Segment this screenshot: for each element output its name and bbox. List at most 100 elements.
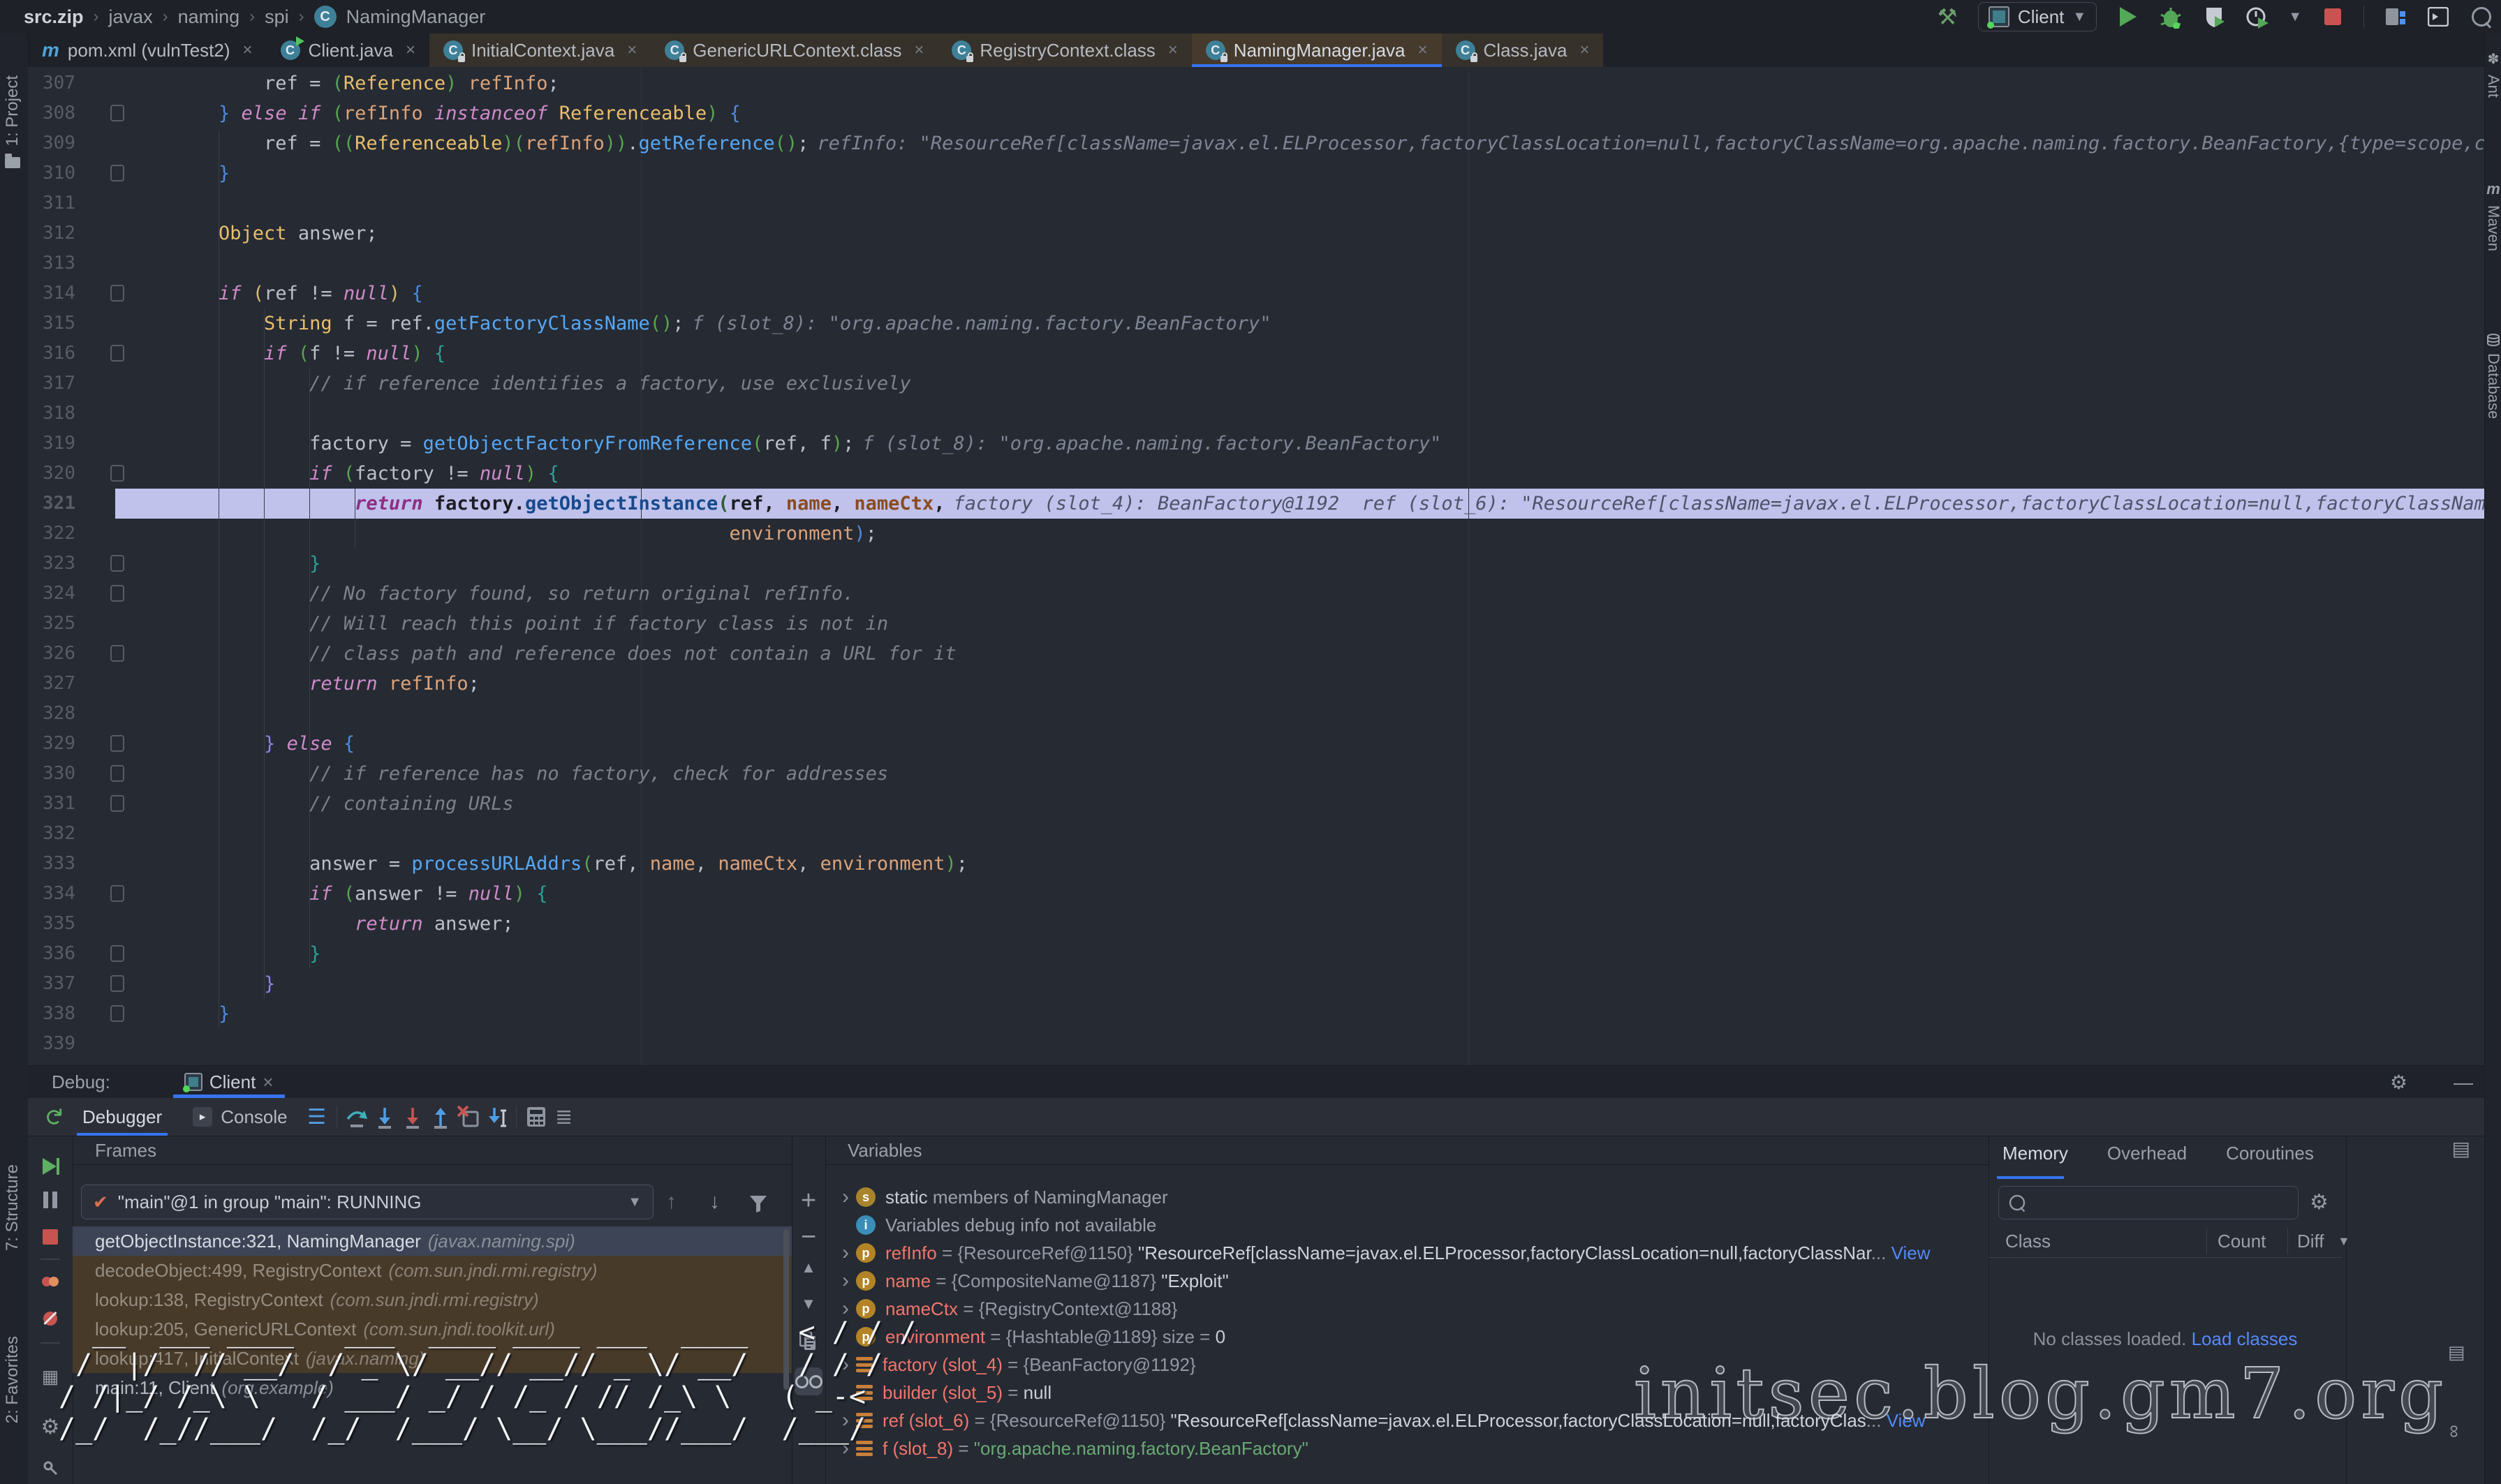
code-line[interactable]: 317 // if reference identifies a factory… [28,369,2484,399]
code-line[interactable]: 331 // containing URLs [28,789,2484,819]
debug-button[interactable] [2158,4,2183,29]
code-line[interactable]: 311 [28,188,2484,218]
editor-tab[interactable]: mpom.xml (vulnTest2)× [28,34,267,67]
drop-frame-icon[interactable] [455,1103,482,1131]
filter-icon[interactable] [748,1194,768,1214]
add-watch-icon[interactable]: + [792,1186,825,1216]
code-line[interactable]: 319 factory = getObjectFactoryFromRefere… [28,429,2484,459]
memory-tab-overhead[interactable]: Overhead [2107,1143,2187,1164]
rerun-icon[interactable]: ↻ [39,1103,67,1131]
force-step-into-icon[interactable] [399,1103,427,1131]
breadcrumb-item[interactable]: javax [109,6,153,28]
frame-up-icon[interactable]: ↑ [666,1190,677,1214]
code-line[interactable]: 338 } [28,999,2484,1029]
memory-tab-coroutines[interactable]: Coroutines [2226,1143,2314,1164]
variable-row[interactable]: ›f (slot_8) = "org.apache.naming.factory… [825,1434,1989,1462]
tab-debugger[interactable]: Debugger [67,1098,177,1136]
code-line[interactable]: 316 if (f != null) { [28,339,2484,369]
breadcrumb-item[interactable]: NamingManager [346,6,486,28]
profiler-button[interactable] [2245,4,2270,29]
fold-marker-icon[interactable] [110,465,124,482]
run-to-cursor-icon[interactable] [482,1103,510,1131]
pin-icon[interactable] [28,1460,73,1476]
code-line[interactable]: 321 return factory.getObjectInstance(ref… [28,489,2484,519]
breadcrumb-item[interactable]: naming [178,6,240,28]
gear-icon[interactable]: ⚙ [2390,1071,2407,1094]
variable-row[interactable]: penvironment = {Hashtable@1189} size = 0 [825,1323,1989,1351]
fold-marker-icon[interactable] [110,645,124,662]
code-line[interactable]: 308 } else if (refInfo instanceof Refere… [28,98,2484,128]
code-line[interactable]: 314 if (ref != null) { [28,279,2484,309]
view-breakpoints-icon[interactable] [28,1277,73,1286]
minimize-icon[interactable]: — [2454,1071,2473,1094]
memory-search[interactable] [1998,1186,2299,1219]
expand-chevron-icon[interactable]: › [835,1185,856,1209]
run-config-selector[interactable]: Client ▼ [1978,2,2097,31]
code-line[interactable]: 315 String f = ref.getFactoryClassName()… [28,309,2484,339]
code-line[interactable]: 339 [28,1029,2484,1059]
code-line[interactable]: 332 [28,819,2484,849]
code-line[interactable]: 318 [28,399,2484,429]
thread-selector[interactable]: ✔ "main"@1 in group "main": RUNNING ▼ [81,1185,654,1219]
editor-tab[interactable]: CInitialContext.java× [429,34,651,67]
fold-marker-icon[interactable] [110,585,124,602]
code-line[interactable]: 329 } else { [28,729,2484,759]
variable-row[interactable]: iVariables debug info not available [825,1211,1989,1239]
code-line[interactable]: 330 // if reference has no factory, chec… [28,759,2484,789]
breadcrumb-item[interactable]: src.zip [24,6,84,28]
fold-marker-icon[interactable] [110,795,124,812]
column-diff[interactable]: Diff [2297,1225,2324,1257]
code-line[interactable]: 337 } [28,969,2484,999]
sidebar-item-favorites[interactable]: 2: Favorites [3,1336,22,1427]
fold-marker-icon[interactable] [110,765,124,782]
terminal-icon[interactable] [2426,4,2451,29]
expand-chevron-icon[interactable]: › [835,1269,856,1293]
step-over-icon[interactable] [371,1103,399,1131]
code-line[interactable]: 326 // class path and reference does not… [28,639,2484,669]
frame-row[interactable]: lookup:138, RegistryContext(com.sun.jndi… [73,1285,792,1314]
fold-marker-icon[interactable] [110,555,124,572]
variable-row[interactable]: ›sstatic members of NamingManager [825,1183,1989,1211]
code-line[interactable]: 334 if (answer != null) { [28,879,2484,909]
code-line[interactable]: 327 return refInfo; [28,669,2484,699]
variable-row[interactable]: ›pname = {CompositeName@1187} "Exploit" [825,1267,1989,1295]
editor-tab[interactable]: CClass.java× [1442,34,1604,67]
debug-session-tab[interactable]: Client × [173,1066,285,1098]
frame-row[interactable]: decodeObject:499, RegistryContext(com.su… [73,1256,792,1285]
layered-panel-icon[interactable]: ▤ [2448,1342,2465,1363]
fold-marker-icon[interactable] [110,1005,124,1022]
move-down-icon[interactable]: ▼ [792,1295,825,1313]
variable-row[interactable]: ›prefInfo = {ResourceRef@1150} "Resource… [825,1239,1989,1267]
frame-row[interactable]: getObjectInstance:321, NamingManager(jav… [73,1226,792,1256]
step-out-icon[interactable] [427,1103,455,1131]
fold-marker-icon[interactable] [110,345,124,362]
column-count[interactable]: Count [2218,1225,2266,1257]
load-classes-link[interactable]: Load classes [2192,1328,2298,1349]
frame-down-icon[interactable]: ↓ [709,1190,720,1214]
sidebar-item-structure[interactable]: 7: Structure [3,1164,22,1254]
resume-icon[interactable] [28,1157,73,1176]
code-editor[interactable]: 307 ref = (Reference) refInfo;308 } else… [28,67,2484,1065]
close-icon[interactable]: × [914,40,924,60]
search-icon[interactable] [2469,4,2494,29]
code-line[interactable]: 322 environment); [28,519,2484,549]
evaluate-expression-icon[interactable] [522,1103,550,1131]
stop-button[interactable] [2320,4,2345,29]
code-line[interactable]: 312 Object answer; [28,218,2484,248]
memory-gear-icon[interactable]: ⚙ [2310,1190,2329,1215]
column-class[interactable]: Class [2005,1225,2051,1257]
close-icon[interactable]: × [1168,40,1178,60]
variable-row[interactable]: ›pnameCtx = {RegistryContext@1188} [825,1295,1989,1323]
editor-tab[interactable]: CClient.java× [267,34,429,67]
close-icon[interactable]: × [406,40,415,60]
fold-marker-icon[interactable] [110,105,124,121]
code-line[interactable]: 340 // try using any specified factories [28,1059,2484,1065]
sidebar-item-database[interactable]: Database [2485,334,2501,419]
editor-tab[interactable]: CNamingManager.java× [1192,34,1442,67]
tab-console[interactable]: ▸ Console [177,1098,302,1136]
sort-chevron-icon[interactable]: ▼ [2338,1225,2350,1257]
close-icon[interactable]: × [263,1071,273,1093]
close-icon[interactable]: × [627,40,637,60]
editor-tab[interactable]: CGenericURLContext.class× [651,34,938,67]
layout-icon[interactable]: ☰ [303,1103,331,1131]
